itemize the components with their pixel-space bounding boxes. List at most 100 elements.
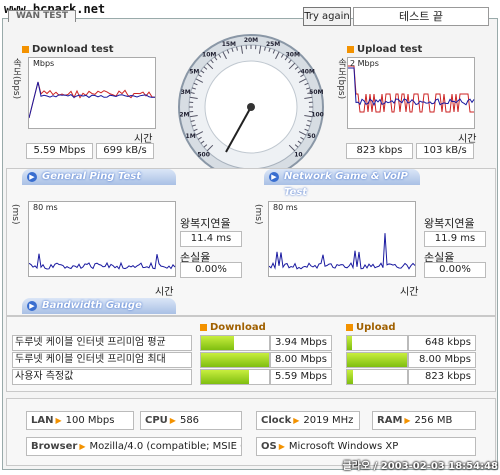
triangle-right-icon: ▶	[169, 416, 176, 425]
lan-value: 100 Mbps	[65, 415, 115, 426]
clock-label: Clock	[261, 415, 292, 426]
download-bar-value: 5.59 Mbps	[270, 369, 332, 385]
bandwidth-upload-header: Upload	[346, 322, 395, 333]
upload-bar-value: 8.00 Mbps	[408, 352, 476, 368]
ping-rtt-label: 왕복지연율	[180, 217, 231, 230]
game-scale: 80 ms	[273, 203, 298, 212]
upload-bar-track	[346, 352, 408, 368]
bandwidth-gauge-bar: ▶ Bandwidth Gauge	[22, 298, 176, 314]
general-ping-bar: ▶ General Ping Test	[22, 169, 176, 185]
game-rtt-value: 11.9 ms	[424, 231, 486, 247]
test-status: 테스트 끝	[353, 7, 489, 26]
download-header-text: Download	[210, 322, 266, 333]
ping-rtt-value: 11.4 ms	[180, 231, 242, 247]
clock-info: Clock ▶ 2019 MHz	[256, 411, 360, 430]
game-series-line	[268, 233, 416, 270]
gauge-tick-label: 2M	[179, 112, 189, 119]
os-label: OS	[261, 441, 277, 452]
download-scale: Mbps	[33, 59, 55, 68]
ping-loss-value: 0.00%	[180, 262, 242, 278]
ram-label: RAM	[377, 415, 403, 426]
gauge-tick-label: 3M	[181, 89, 191, 96]
ping-scale: 80 ms	[33, 203, 58, 212]
capture-timestamp: 클라오 / 2003-02-03 18:54:48	[342, 461, 498, 472]
game-rtt-label: 왕복지연율	[424, 217, 475, 230]
upload-kbs-value: 103 kB/s	[416, 143, 474, 159]
gauge-tick-label: 50	[307, 133, 315, 140]
cpu-value: 586	[179, 415, 200, 426]
triangle-right-icon: ▶	[404, 416, 411, 425]
download-bar-track	[200, 369, 270, 385]
download-bar-value: 3.94 Mbps	[270, 335, 332, 351]
bandwidth-row-label: 두루넷 케이블 인터넷 프리미엄 평균	[12, 335, 192, 351]
triangle-right-icon: ▶	[55, 416, 62, 425]
os-info: OS ▶ Microsoft Windows XP	[256, 437, 476, 456]
speed-gauge: 500 1M 2M 3M 5M 10M 15M 20M 25M 30M 40M 50M 100 50 10	[176, 32, 326, 182]
download-kbs-value: 699 kB/s	[96, 143, 154, 159]
gauge-tick-label: 100	[311, 112, 324, 119]
upload-graph-plot	[348, 65, 475, 113]
upload-title-text: Upload test	[357, 44, 423, 55]
download-ylabel: 속도(bps)	[11, 58, 21, 100]
gauge-dial: 500 1M 2M 3M 5M 10M 15M 20M 25M 30M 40M 50M 100 50 10	[178, 34, 324, 180]
ping-graph	[28, 201, 176, 277]
gauge-tick-label: 30M	[286, 52, 300, 59]
gauge-tick-label: 50M	[309, 89, 323, 96]
download-title-text: Download test	[32, 44, 114, 55]
download-series-line	[28, 81, 156, 119]
gauge-tick-label: 500	[197, 151, 210, 158]
gauge-tick-label: 5M	[189, 68, 199, 75]
upload-bar-value: 648 kbps	[408, 335, 476, 351]
upload-bar-track	[346, 335, 408, 351]
cpu-info: CPU ▶ 586	[140, 411, 242, 430]
gauge-tick-label: 10M	[202, 52, 216, 59]
download-bar-fill	[201, 353, 269, 367]
gauge-tick-label: 25M	[266, 41, 280, 48]
ram-value: 256 MB	[414, 415, 453, 426]
upload-speed-value: 823 kbps	[346, 143, 413, 159]
triangle-right-icon: ▶	[278, 442, 285, 451]
clock-value: 2019 MHz	[303, 415, 354, 426]
tab-wan-test[interactable]: WAN TEST	[8, 10, 76, 22]
browser-label: Browser	[31, 441, 78, 452]
game-xlabel: 시간	[400, 287, 419, 298]
download-graph-plot	[28, 81, 156, 119]
gauge-tick-label: 1M	[186, 133, 196, 140]
ping-xlabel: 시간	[155, 287, 174, 298]
game-voip-bar: ▶ Network Game & VoIP Test	[264, 169, 420, 198]
browser-value: Mozilla/4.0 (compatible; MSIE 6.0	[89, 441, 242, 452]
gauge-tick-label: 10	[294, 151, 302, 158]
orange-bullet-icon	[346, 323, 353, 331]
upload-title: Upload test	[347, 44, 422, 55]
download-bar-fill	[201, 370, 249, 384]
ping-ylabel: (ms)	[10, 204, 20, 225]
arrow-right-icon: ▶	[269, 172, 279, 182]
download-bar-track	[200, 335, 270, 351]
try-again-button[interactable]: Try again	[303, 7, 351, 26]
download-bar-track	[200, 352, 270, 368]
arrow-right-icon: ▶	[27, 301, 37, 311]
browser-info: Browser ▶ Mozilla/4.0 (compatible; MSIE 6.…	[26, 437, 242, 456]
upload-series-line	[348, 65, 474, 113]
game-ylabel: (ms)	[253, 204, 263, 225]
upload-bar-track	[346, 369, 408, 385]
lan-label: LAN	[31, 415, 54, 426]
bandwidth-row-label: 두루넷 케이블 인터넷 프리미엄 최대	[12, 352, 192, 368]
bandwidth-download-header: Download	[200, 322, 266, 333]
download-bar-fill	[201, 336, 235, 350]
gauge-tick-label: 40M	[301, 68, 315, 75]
orange-bullet-icon	[22, 45, 29, 53]
cpu-label: CPU	[145, 415, 168, 426]
download-speed-value: 5.59 Mbps	[26, 143, 93, 159]
lan-info: LAN ▶ 100 Mbps	[26, 411, 134, 430]
upload-scale: 2 Mbps	[350, 59, 379, 68]
upload-bar-fill	[347, 353, 407, 367]
triangle-right-icon: ▶	[79, 442, 86, 451]
download-bar-value: 8.00 Mbps	[270, 352, 332, 368]
game-loss-value: 0.00%	[424, 262, 486, 278]
arrow-right-icon: ▶	[27, 172, 37, 182]
orange-bullet-icon	[347, 45, 354, 53]
general-ping-label: General Ping Test	[42, 171, 142, 182]
bandwidth-gauge-label: Bandwidth Gauge	[42, 300, 142, 311]
triangle-right-icon: ▶	[293, 416, 300, 425]
